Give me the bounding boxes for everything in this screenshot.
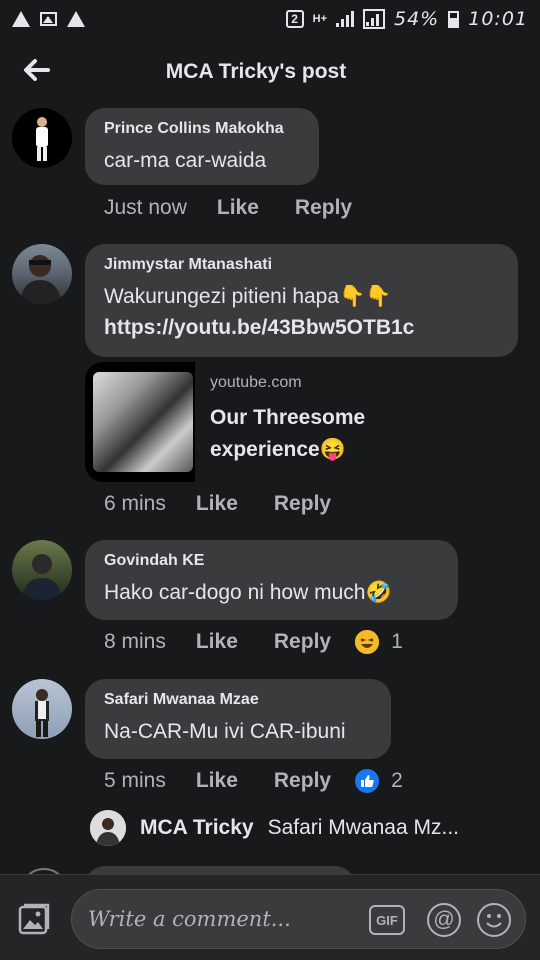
comment-time: Just now [104,196,187,219]
tongue-out-emoji-icon: 😝 [319,438,346,461]
comment: Govindah KE Hako car-dogo ni how much🤣 8… [0,540,540,670]
comment: Safari Mwanaa Mzae Na-CAR-Mu ivi CAR-ibu… [0,679,540,809]
header: MCA Tricky's post [0,40,540,104]
comment: Prince Collins Makokha car-ma car-waida … [0,108,540,238]
comment-author[interactable]: Safari Mwanaa Mzae [104,691,371,709]
reply-button[interactable]: Reply [274,630,331,654]
comment-actions: 8 mins Like Reply 1 [104,630,403,654]
comment-actions: Just now Like Reply [104,196,388,220]
clock: 10:01 [468,8,528,30]
photo-icon[interactable] [16,901,52,937]
comment-bubble[interactable]: Prince Collins Makokha car-ma car-waida [85,108,319,185]
network-type: H+ [312,13,327,25]
reaction-count: 2 [391,769,403,792]
avatar[interactable] [90,810,126,846]
comment-time: 6 mins [104,492,166,515]
signal-boxed-icon [363,9,385,29]
link-preview-domain: youtube.com [210,374,302,391]
pointing-down-emoji-icon: 👇 [339,285,366,308]
haha-emoji-icon [355,630,380,654]
reaction-summary[interactable]: 1 [355,630,403,654]
reply-button[interactable]: Reply [274,492,331,516]
link-preview-title: Our Threesome experience😝 [210,402,430,466]
avatar[interactable] [12,108,72,168]
reply-author[interactable]: MCA Tricky [140,816,254,840]
like-button[interactable]: Like [217,196,259,220]
back-arrow-icon[interactable] [22,57,50,83]
comment: Jimmystar Mtanashati Wakurungezi pitieni… [0,244,540,534]
avatar[interactable] [12,244,72,304]
page-title: MCA Tricky's post [165,60,347,83]
sim-badge: 2 [285,10,304,28]
comment-input[interactable]: Write a comment... GIF @ [71,889,526,949]
comment-input-placeholder: Write a comment... [88,907,291,931]
avatar[interactable] [12,540,72,600]
like-button[interactable]: Like [196,630,238,654]
avatar[interactable] [12,679,72,739]
warning-icon [67,11,85,27]
comment-time: 8 mins [104,630,166,653]
comment-actions: 5 mins Like Reply 2 [104,769,403,793]
comment-author[interactable]: Govindah KE [104,552,438,570]
link-preview[interactable]: youtube.com Our Threesome experience😝 [85,362,505,482]
reply-preview[interactable]: MCA Tricky Safari Mwanaa Mz... [90,810,459,846]
image-notification-icon [40,12,57,26]
comment-text: car-ma car-waida [104,149,267,172]
link-preview-thumbnail[interactable] [85,362,195,482]
comment-time: 5 mins [104,769,166,792]
comment-bubble[interactable]: Safari Mwanaa Mzae Na-CAR-Mu ivi CAR-ibu… [85,679,391,759]
reaction-summary[interactable]: 2 [355,769,403,793]
comment-bubble[interactable]: Govindah KE Hako car-dogo ni how much🤣 [85,540,458,620]
status-bar: 2 H+ 54% 10:01 [0,0,540,38]
comment-composer: Write a comment... GIF @ [0,874,540,960]
comment-text-body: Wakurungezi pitieni hapa [104,285,340,308]
reaction-count: 1 [391,630,403,653]
warning-icon [12,11,30,27]
like-button[interactable]: Like [196,492,238,516]
comment-bubble[interactable]: Jimmystar Mtanashati Wakurungezi pitieni… [85,244,518,357]
comment-text: Wakurungezi pitieni hapa👇👇https://youtu.… [104,281,498,343]
comment-actions: 6 mins Like Reply [104,492,367,516]
gif-button[interactable]: GIF [369,905,405,935]
signal-icon [336,11,354,27]
like-button[interactable]: Like [196,769,238,793]
emoji-smile-icon[interactable] [477,903,511,937]
reply-button[interactable]: Reply [295,196,352,220]
pointing-down-emoji-icon: 👇 [365,285,392,308]
comment-author[interactable]: Jimmystar Mtanashati [104,256,498,274]
comment-link[interactable]: https://youtu.be/43Bbw5OTB1c [104,316,414,339]
battery-icon [448,10,460,28]
mention-button[interactable]: @ [427,903,461,937]
reply-button[interactable]: Reply [274,769,331,793]
like-reaction-icon [355,769,380,793]
comment-text: Na-CAR-Mu ivi CAR-ibuni [104,720,346,743]
comment-author[interactable]: Prince Collins Makokha [104,120,299,138]
reply-snippet: Safari Mwanaa Mz... [267,816,459,839]
battery-percent: 54% [394,8,440,30]
comment-text-body: Hako car-dogo ni how much [104,581,366,604]
rolling-laughing-emoji-icon: 🤣 [365,581,392,604]
comment-text: Hako car-dogo ni how much🤣 [104,577,438,608]
